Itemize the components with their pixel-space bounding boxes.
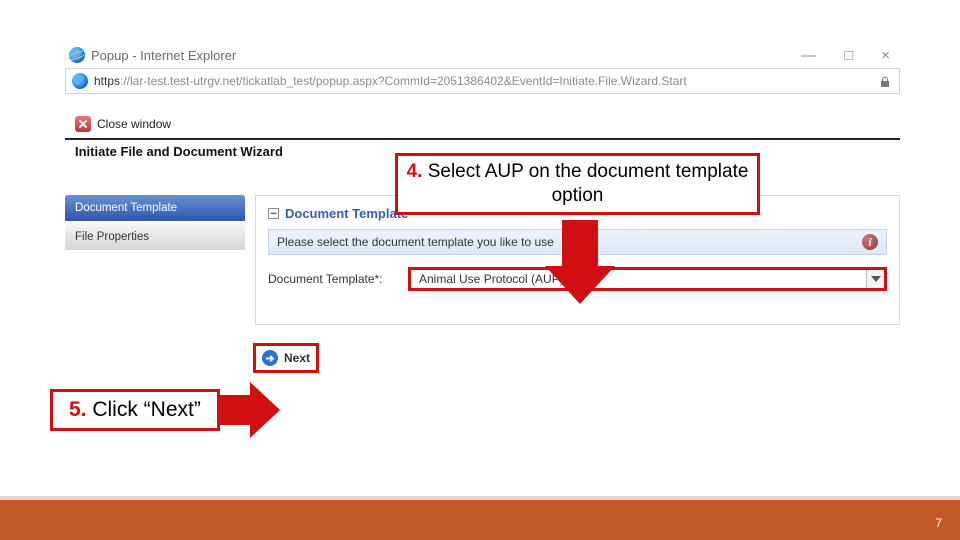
template-field-label: Document Template*:	[268, 272, 398, 286]
lock-icon	[879, 75, 891, 87]
maximize-button[interactable]: □	[844, 47, 853, 64]
url-host: ://lar-test.test-utrgv.net	[120, 74, 239, 88]
wizard-body: Document Template File Properties − Docu…	[65, 195, 900, 325]
next-row: ➔ Next	[65, 343, 900, 373]
window-title: Popup - Internet Explorer	[91, 48, 236, 63]
panel-title: Document Template	[285, 206, 408, 221]
callout-step-5-box: 5. Click “Next”	[50, 389, 220, 431]
window-controls: — □ ×	[801, 47, 900, 64]
callout-text: Select AUP on the document template opti…	[422, 161, 748, 206]
sidebar-item-document-template[interactable]: Document Template	[65, 195, 245, 221]
arrow-right-icon: ➔	[262, 350, 278, 366]
wizard-sidebar: Document Template File Properties	[65, 195, 245, 325]
instruction-text: Please select the document template you …	[277, 235, 554, 249]
url-text: https://lar-test.test-utrgv.net/tickatla…	[94, 74, 871, 88]
slide: Popup - Internet Explorer — □ × https://…	[0, 0, 960, 540]
close-button[interactable]: ×	[881, 47, 890, 64]
next-button[interactable]: ➔ Next	[253, 343, 319, 373]
sidebar-item-label: File Properties	[75, 231, 149, 243]
ie-icon	[69, 47, 85, 63]
minimize-button[interactable]: —	[801, 47, 816, 64]
document-template-select[interactable]: Animal Use Protocol (AUP)	[408, 267, 887, 291]
next-button-label: Next	[284, 351, 310, 365]
sidebar-item-file-properties[interactable]: File Properties	[65, 224, 245, 250]
arrow-right-icon	[220, 382, 280, 438]
url-path: /tickatlab_test/popup.aspx?CommId=205138…	[239, 74, 687, 88]
sidebar-item-label: Document Template	[75, 202, 177, 214]
arrow-down-icon	[545, 220, 615, 305]
select-value: Animal Use Protocol (AUP)	[411, 272, 866, 286]
close-window-link[interactable]: Close window	[75, 116, 900, 132]
callout-number: 5.	[69, 398, 87, 421]
ie-icon	[72, 73, 88, 89]
callout-step-4: 4. Select AUP on the document template o…	[395, 153, 760, 215]
callout-number: 4.	[407, 161, 423, 182]
page-number: 7	[935, 516, 942, 530]
close-icon	[75, 116, 91, 132]
collapse-icon[interactable]: −	[268, 208, 279, 219]
callout-step-5: 5. Click “Next”	[50, 382, 280, 438]
info-icon[interactable]: i	[862, 234, 878, 250]
callout-text: Click “Next”	[87, 398, 201, 421]
address-bar[interactable]: https://lar-test.test-utrgv.net/tickatla…	[65, 68, 900, 94]
close-window-label: Close window	[97, 117, 171, 131]
slide-footer: 7	[0, 500, 960, 540]
chevron-down-icon	[866, 270, 884, 288]
divider	[65, 138, 900, 140]
title-bar: Popup - Internet Explorer — □ ×	[65, 42, 900, 68]
url-scheme: https	[94, 74, 120, 88]
